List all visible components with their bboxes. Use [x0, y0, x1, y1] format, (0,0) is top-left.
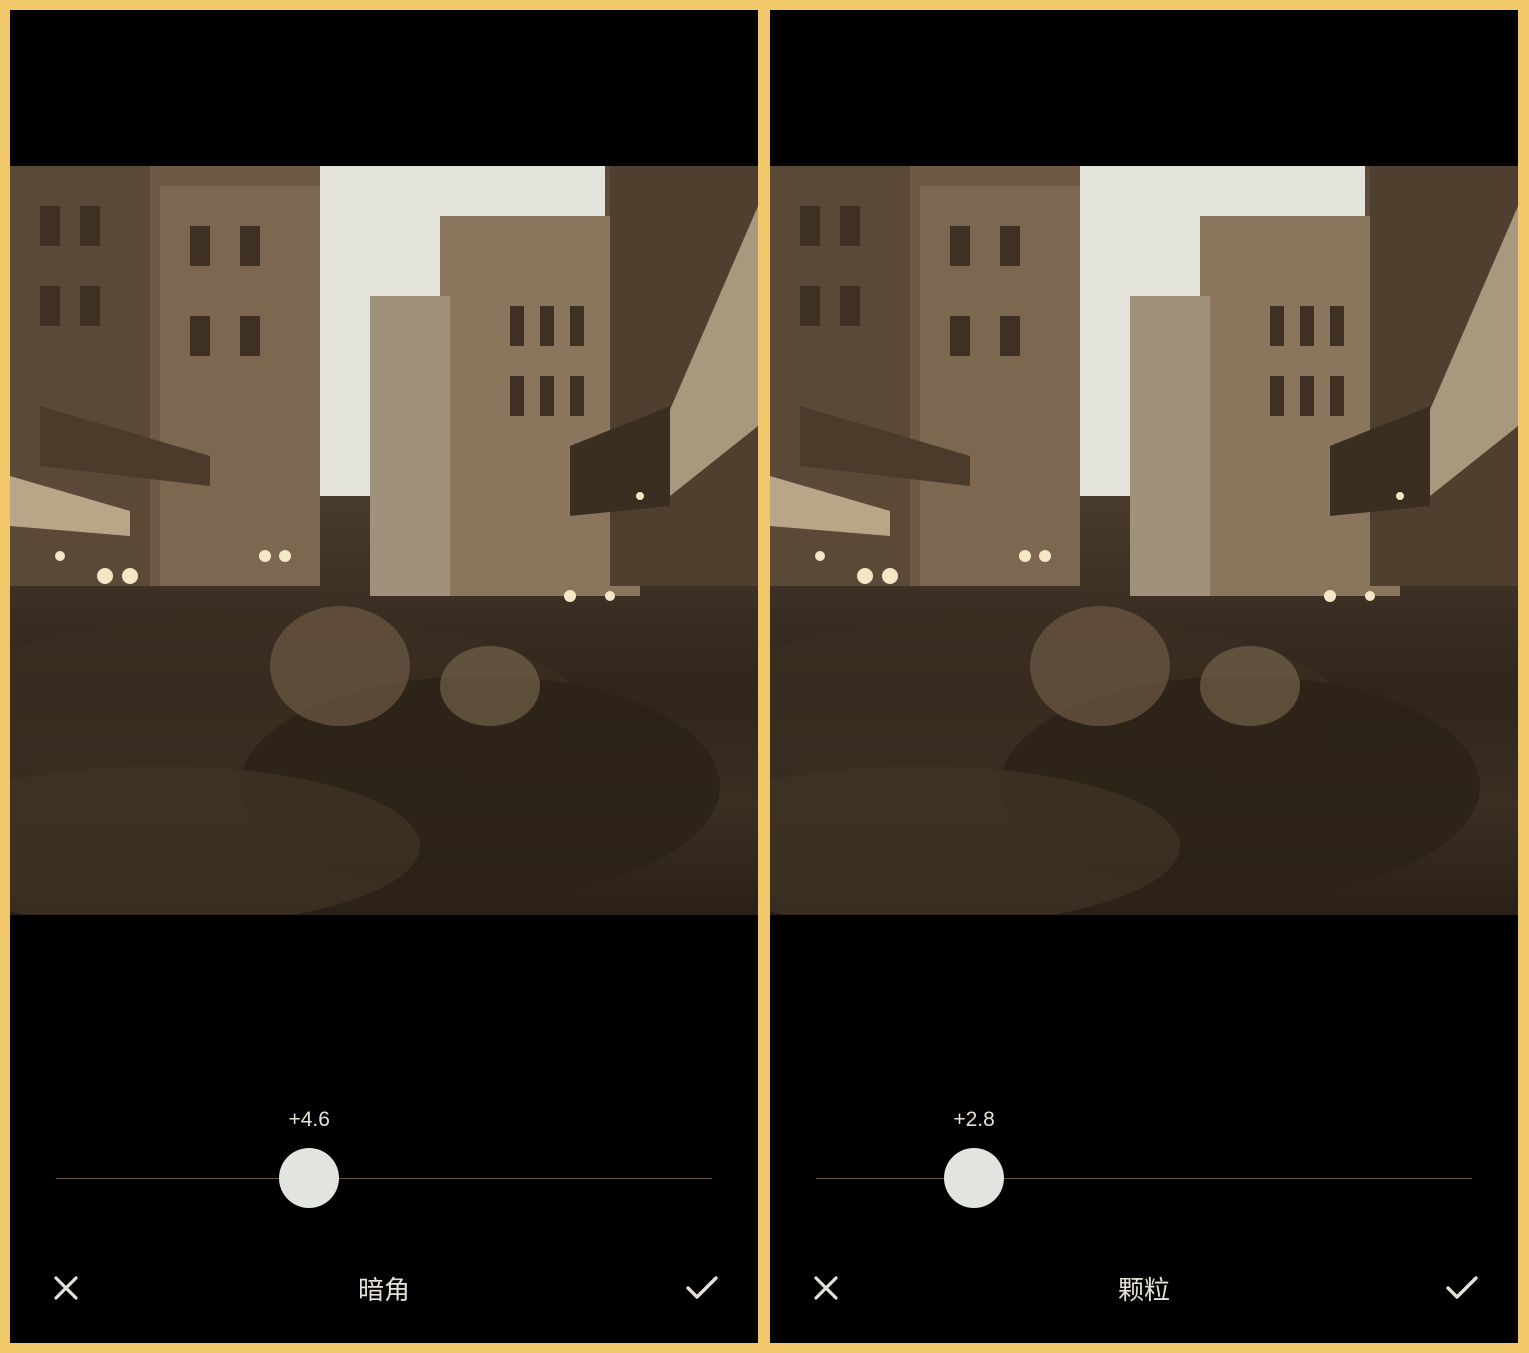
bottom-toolbar: 暗角 [10, 1258, 758, 1318]
street-photo [10, 166, 758, 915]
street-photo [770, 166, 1518, 915]
tool-name-label: 颗粒 [1117, 1276, 1170, 1306]
slider-track[interactable] [816, 1178, 1472, 1179]
photo-preview [10, 166, 758, 915]
confirm-button[interactable] [682, 1268, 722, 1308]
tool-name-label: 暗角 [357, 1276, 410, 1306]
confirm-button[interactable] [1442, 1268, 1482, 1308]
slider-value-label: +4.6 [288, 1108, 330, 1131]
editor-panel-left: +4.6 暗角 [10, 10, 758, 1343]
check-icon [686, 1276, 718, 1299]
slider-value-label: +2.8 [953, 1108, 995, 1131]
bottom-toolbar: 颗粒 [770, 1258, 1518, 1318]
check-icon [1446, 1276, 1478, 1299]
photo-preview [770, 166, 1518, 915]
editor-panel-right: +2.8 颗粒 [770, 10, 1518, 1343]
slider-track[interactable] [56, 1178, 712, 1179]
comparison-frame: +4.6 暗角 +2.8 颗粒 [0, 0, 1529, 1353]
slider-thumb[interactable] [279, 1148, 340, 1208]
slider-thumb[interactable] [944, 1148, 1005, 1208]
